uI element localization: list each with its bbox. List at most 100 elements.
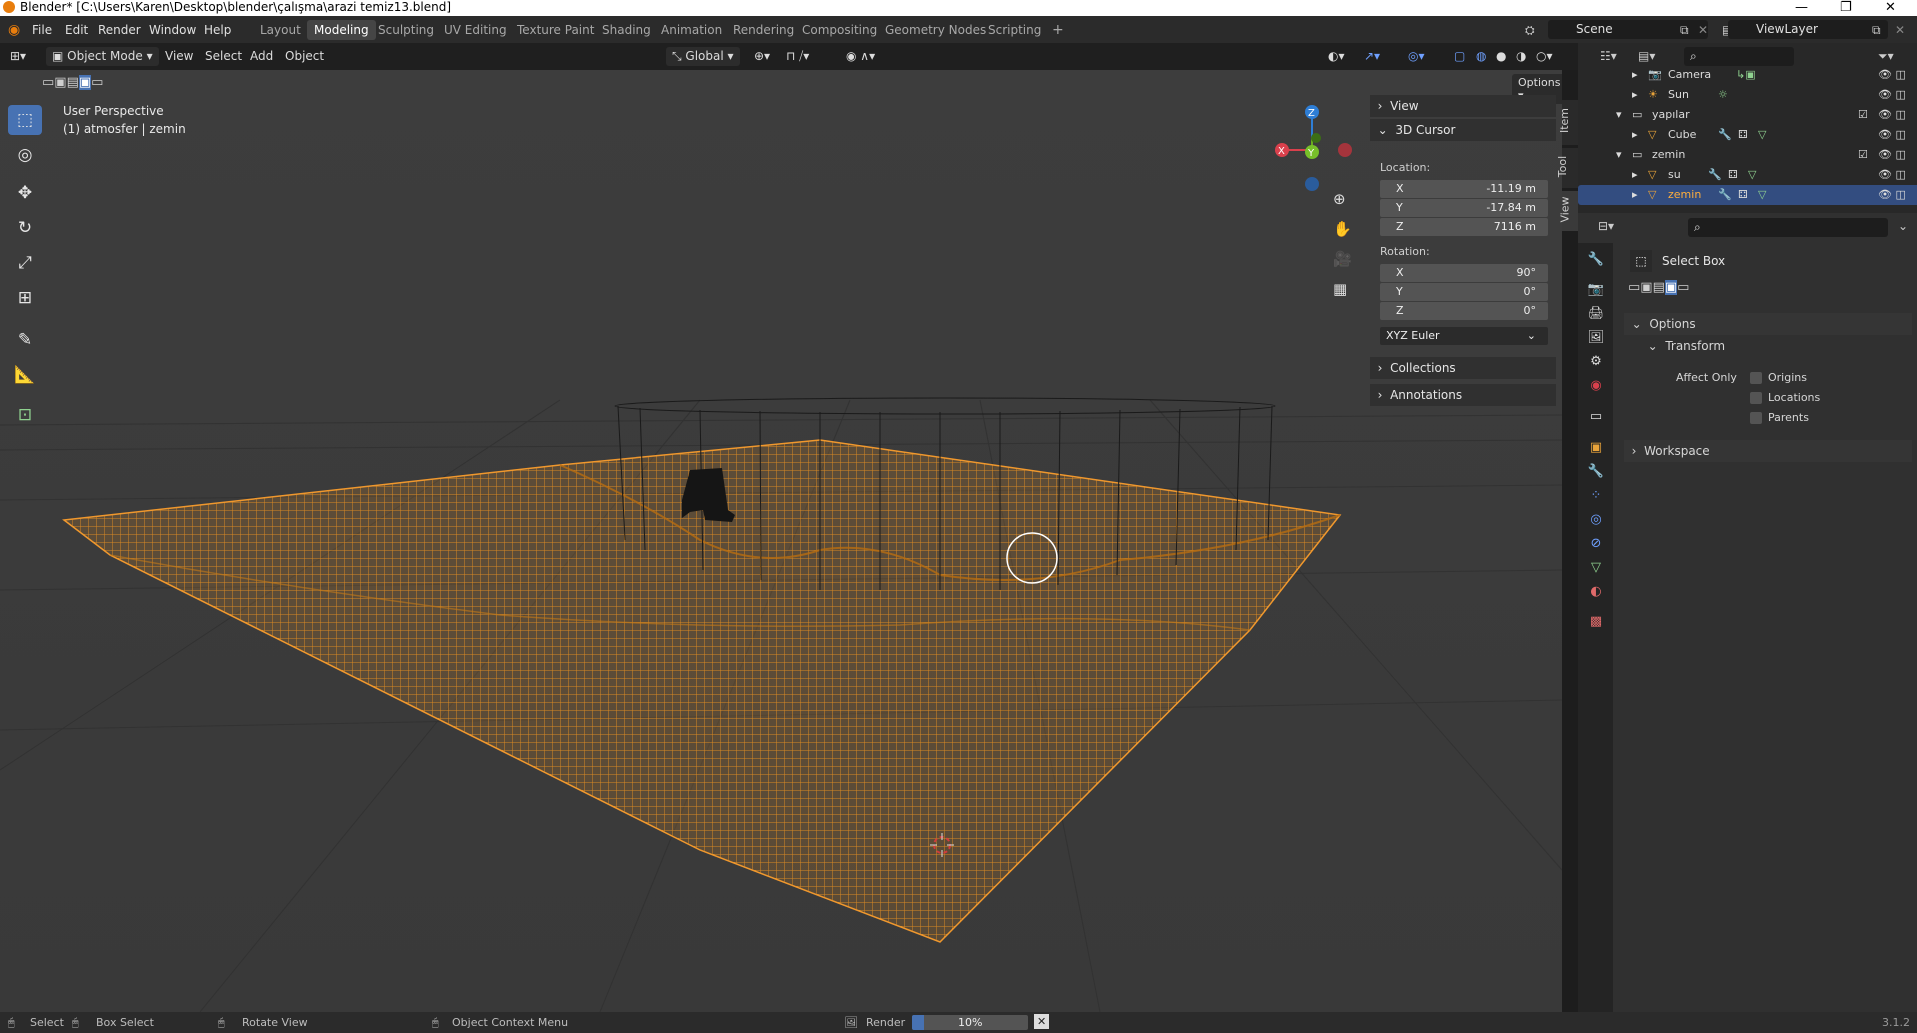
tab-texture-paint[interactable]: Texture Paint [510, 20, 601, 40]
annotate-tool[interactable]: ✎ [8, 325, 42, 355]
solid-shading-icon[interactable]: ● [1496, 47, 1506, 66]
proportional-edit-icon[interactable]: ◉ ∧▾ [846, 47, 875, 66]
camera-view-icon[interactable]: 🎥 [1333, 250, 1352, 268]
close-button[interactable]: ✕ [1885, 0, 1896, 15]
mode-dropdown[interactable]: ▣ Object Mode ▾ [46, 47, 159, 66]
select-mode-buttons[interactable]: ▭▣▤▣▭ [1628, 280, 1689, 295]
scale-tool[interactable]: ⤢ [8, 248, 42, 278]
outliner-row-sun[interactable]: ▸ ☀ Sun ☼ 👁 ◫ [1578, 85, 1917, 105]
cursor-location-z[interactable]: Z 7116 m [1380, 218, 1548, 236]
tab-sculpting[interactable]: Sculpting [371, 20, 441, 40]
tab-scripting[interactable]: Scripting [981, 20, 1048, 40]
add-menu[interactable]: Add [250, 47, 273, 66]
render-tab-icon[interactable]: 📷 [1587, 281, 1605, 299]
snap-icon[interactable]: ⊓ ⧸▾ [786, 47, 809, 66]
outliner-row-su[interactable]: ▸ ▽ su 🔧 ⚃ ▽ 👁 ◫ [1578, 165, 1917, 185]
cursor-location-y[interactable]: Y -17.84 m [1380, 199, 1548, 217]
view-layer-tab-icon[interactable]: 🖼 [1587, 329, 1605, 347]
menu-file[interactable]: File [32, 21, 52, 39]
properties-collapse-icon[interactable]: ⌄ [1898, 219, 1908, 233]
options-panel-header[interactable]: ⌄ Options [1624, 313, 1912, 335]
display-mode-icon[interactable]: ▤▾ [1638, 49, 1655, 63]
properties-search[interactable]: ⌕ [1688, 218, 1888, 237]
ortho-toggle-icon[interactable]: ▦ [1333, 280, 1347, 298]
tab-animation[interactable]: Animation [654, 20, 729, 40]
tab-compositing[interactable]: Compositing [795, 20, 884, 40]
tab-geometry-nodes[interactable]: Geometry Nodes [878, 20, 993, 40]
workspace-panel-header[interactable]: › Workspace [1624, 440, 1912, 462]
remove-viewlayer-icon[interactable]: ✕ [1895, 21, 1905, 39]
world-tab-icon[interactable]: ◉ [1587, 377, 1605, 395]
constraints-tab-icon[interactable]: ⊘ [1587, 535, 1605, 553]
origins-checkbox[interactable] [1750, 372, 1762, 384]
material-shading-icon[interactable]: ◑ [1516, 47, 1526, 66]
outliner-row-zemin-collection[interactable]: ▾ ▭ zemin ☑ 👁 ◫ [1578, 145, 1917, 165]
particles-tab-icon[interactable]: ⁘ [1587, 487, 1605, 505]
outliner-row-cube[interactable]: ▸ ▽ Cube 🔧 ⚃ ▽ 👁 ◫ [1578, 125, 1917, 145]
tool-tab-icon[interactable]: 🔧 [1587, 251, 1605, 269]
move-tool[interactable]: ✥ [8, 178, 42, 208]
xray-icon[interactable]: ▢ [1454, 47, 1465, 66]
object-menu[interactable]: Object [285, 47, 324, 66]
pivot-icon[interactable]: ⊕▾ [754, 47, 770, 66]
viewlayer-field[interactable]: ViewLayer [1728, 20, 1888, 39]
cursor-rotation-z[interactable]: Z 0° [1380, 302, 1548, 320]
cursor-location-x[interactable]: X -11.19 m [1380, 180, 1548, 198]
pan-hand-icon[interactable]: ✋ [1333, 220, 1352, 238]
editor-type-icon[interactable]: ⊞▾ [10, 47, 26, 66]
select-menu[interactable]: Select [205, 47, 242, 66]
tab-layout[interactable]: Layout [253, 20, 308, 40]
tab-modeling[interactable]: Modeling [307, 20, 376, 40]
orientation-dropdown[interactable]: ⤡ Global ▾ [666, 47, 740, 66]
scene-selector-icon[interactable]: ⛭ [1525, 21, 1535, 39]
rotation-mode-dropdown[interactable]: XYZ Euler ⌄ [1380, 327, 1548, 345]
transform-tool[interactable]: ⊞ [8, 283, 42, 313]
physics-tab-icon[interactable]: ◎ [1587, 511, 1605, 529]
visibility-icon[interactable]: ◐▾ [1328, 47, 1345, 66]
data-tab-icon[interactable]: ▽ [1587, 559, 1605, 577]
menu-edit[interactable]: Edit [65, 21, 88, 39]
cursor-tool[interactable]: ◎ [8, 140, 42, 170]
tab-tool[interactable]: Tool [1556, 148, 1578, 188]
transform-subpanel-header[interactable]: ⌄ Transform [1640, 335, 1912, 357]
menu-help[interactable]: Help [204, 21, 231, 39]
collection-tab-icon[interactable]: ▭ [1587, 408, 1605, 426]
add-cube-tool[interactable]: ⊡ [8, 400, 42, 430]
tab-item[interactable]: Item [1558, 100, 1578, 145]
blender-menu-icon[interactable]: ◉ [8, 21, 20, 39]
material-tab-icon[interactable]: ◐ [1587, 583, 1605, 601]
outliner-search[interactable]: ⌕ [1684, 47, 1794, 66]
locations-checkbox[interactable] [1750, 392, 1762, 404]
object-tab-icon[interactable]: ▣ [1587, 439, 1605, 457]
cancel-render-button[interactable]: ✕ [1034, 1014, 1050, 1029]
tab-shading[interactable]: Shading [595, 20, 658, 40]
overlays-icon[interactable]: ◎▾ [1408, 47, 1425, 66]
outliner-editor-icon[interactable]: ☷▾ [1600, 49, 1617, 63]
cursor-rotation-y[interactable]: Y 0° [1380, 283, 1548, 301]
new-scene-icon[interactable]: ⧉ [1680, 21, 1689, 39]
tab-uv-editing[interactable]: UV Editing [437, 20, 514, 40]
panel-collections-header[interactable]: › Collections [1370, 357, 1556, 379]
add-workspace-button[interactable]: + [1045, 20, 1071, 40]
zoom-icon[interactable]: ⊕ [1333, 190, 1346, 208]
select-box-tool[interactable]: ⬚ [8, 105, 42, 135]
modifier-tab-icon[interactable]: 🔧 [1587, 463, 1605, 481]
measure-tool[interactable]: 📐 [8, 360, 42, 390]
navigation-gizmo[interactable]: Z X Y [1270, 100, 1355, 195]
3d-viewport[interactable]: User Perspective (1) atmosfer | zemin ▭▣… [0, 70, 1562, 1012]
selection-mode-buttons[interactable]: ▭▣▤▣▭ [42, 75, 103, 90]
properties-editor-icon[interactable]: ⊟▾ [1598, 219, 1614, 233]
gizmo-icon[interactable]: ↗▾ [1364, 47, 1380, 66]
minimize-button[interactable]: — [1795, 0, 1808, 15]
outliner-row-zemin-object[interactable]: ▸ ▽ zemin 🔧 ⚃ ▽ 👁 ◫ [1578, 185, 1917, 205]
tab-rendering[interactable]: Rendering [726, 20, 801, 40]
outliner-row-camera[interactable]: ▸ 📷 Camera ↳▣ 👁 ◫ [1578, 65, 1917, 85]
outliner-row-yapilar[interactable]: ▾ ▭ yapılar ☑ 👁 ◫ [1578, 105, 1917, 125]
panel-3d-cursor-header[interactable]: ⌄ 3D Cursor [1370, 119, 1556, 141]
wireframe-shading-icon[interactable]: ◍ [1476, 47, 1486, 66]
remove-scene-icon[interactable]: ✕ [1698, 21, 1708, 39]
menu-render[interactable]: Render [98, 21, 141, 39]
rendered-shading-icon[interactable]: ○▾ [1536, 47, 1553, 66]
tab-view[interactable]: View [1559, 191, 1578, 231]
output-tab-icon[interactable]: 🖨 [1587, 305, 1605, 323]
